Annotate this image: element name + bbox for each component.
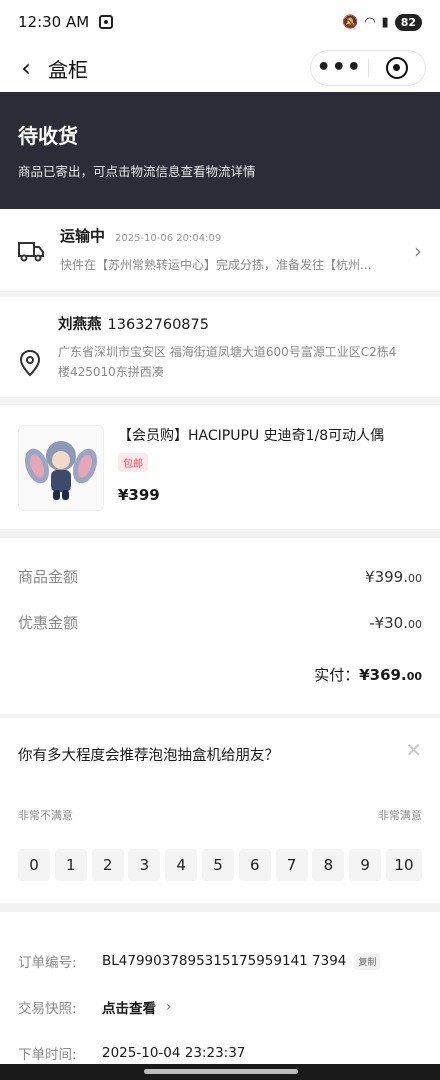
location-pin-icon [19, 349, 41, 377]
order-number-row: 订单编号: BL4799037895315175959141 7394 复制 [18, 938, 422, 984]
score-button[interactable]: 9 [349, 849, 382, 881]
status-icons: 🔕 ◠ ▮ 82 [342, 13, 422, 31]
order-status-title: 待收货 [18, 124, 78, 148]
address-detail: 广东省深圳市宝安区 福海街道凤塘大道600号富源工业区C2栋4楼425010东拼… [58, 345, 397, 379]
snapshot-label: 交易快照: [18, 1001, 77, 1017]
goods-amount-row: 商品金额 ¥399.00 [18, 566, 422, 612]
status-time: 12:30 AM [18, 13, 90, 31]
snapshot-link[interactable]: 点击查看 [102, 997, 156, 1017]
nav-bar: ‹ 盒柜 ••• [0, 44, 440, 92]
order-time-label: 下单时间: [18, 1047, 77, 1063]
order-status-banner: 待收货 商品已寄出，可点击物流信息查看物流详情 [0, 92, 440, 209]
chevron-right-icon: › [166, 999, 172, 1015]
discount-row: 优惠金额 -¥30.00 [18, 612, 422, 658]
score-button[interactable]: 2 [91, 849, 124, 881]
recipient-phone: 13632760875 [107, 317, 209, 333]
scale-low-label: 非常不满意 [18, 809, 73, 822]
product-name: 【会员购】HACIPUPU 史迪奇1/8可动人偶 [118, 428, 385, 444]
logistics-info: 运输中 2025-10-06 20:04:09 快件在【苏州常熟转运中心】完成分… [60, 225, 422, 275]
product-info: 【会员购】HACIPUPU 史迪奇1/8可动人偶 包邮 ¥399 [118, 425, 422, 509]
logistics-time: 2025-10-06 20:04:09 [115, 233, 222, 244]
order-number: BL4799037895315175959141 7394 [102, 953, 347, 969]
scale-high-label: 非常满意 [378, 809, 422, 822]
mute-icon: 🔕 [342, 14, 359, 30]
score-buttons: 0 1 2 3 4 5 6 7 8 9 10 [18, 849, 422, 881]
page-title: 盒柜 [48, 57, 88, 82]
snapshot-row[interactable]: 交易快照: 点击查看 › [18, 984, 422, 1030]
score-button[interactable]: 3 [128, 849, 161, 881]
nps-survey-card: 你有多大程度会推荐泡泡抽盒机给朋友？ ✕ 非常不满意 非常满意 0 1 2 3 … [0, 718, 440, 903]
address-info: 刘燕燕 13632760875 广东省深圳市宝安区 福海街道凤塘大道600号富源工… [58, 313, 422, 381]
screen-record-icon [99, 15, 114, 29]
score-button[interactable]: 4 [165, 849, 198, 881]
order-info-card: 订单编号: BL4799037895315175959141 7394 复制 交… [0, 912, 440, 1064]
paid-total: 实付： ¥369. 00 [314, 666, 422, 684]
survey-scale-labels: 非常不满意 非常满意 [18, 807, 422, 823]
logistics-description: 快件在【苏州常熟转运中心】完成分拣，准备发往【杭州... [60, 258, 372, 272]
product-card[interactable]: 【会员购】HACIPUPU 史迪奇1/8可动人偶 包邮 ¥399 [0, 405, 440, 529]
close-program-button[interactable] [368, 57, 425, 79]
recipient-name: 刘燕燕 [58, 317, 102, 333]
paid-value: ¥369. [359, 666, 407, 684]
order-time: 2025-10-04 23:23:37 [102, 1045, 246, 1061]
score-button[interactable]: 5 [201, 849, 234, 881]
survey-question: 你有多大程度会推荐泡泡抽盒机给朋友？ [18, 748, 279, 764]
recipient: 刘燕燕 13632760875 [58, 313, 422, 334]
amount-card: 商品金额 ¥399.00 优惠金额 -¥30.00 实付： ¥369. 00 [0, 538, 440, 714]
discount-value: -¥30.00 [369, 614, 422, 632]
address-card: 刘燕燕 13632760875 广东省深圳市宝安区 福海街道凤塘大道600号富源工… [0, 297, 440, 397]
battery-indicator: 82 [394, 13, 422, 31]
product-price: ¥399 [118, 486, 160, 504]
paid-label: 实付： [314, 666, 360, 684]
mini-program-capsule: ••• [310, 50, 426, 86]
back-arrow-icon[interactable]: ‹ [14, 54, 38, 82]
more-dots-icon[interactable]: ••• [311, 57, 368, 79]
product-image [18, 425, 104, 511]
status-bar: 12:30 AM 🔕 ◠ ▮ 82 [0, 0, 440, 44]
discount-label: 优惠金额 [18, 614, 79, 632]
goods-amount-label: 商品金额 [18, 568, 79, 586]
wifi-icon: ◠ [364, 14, 376, 30]
goods-amount-value: ¥399.00 [365, 568, 422, 586]
order-number-label: 订单编号: [18, 955, 77, 971]
logistics-card[interactable]: 运输中 2025-10-06 20:04:09 快件在【苏州常熟转运中心】完成分… [0, 209, 440, 291]
target-icon [385, 57, 408, 79]
score-button[interactable]: 7 [275, 849, 308, 881]
score-button[interactable]: 6 [238, 849, 271, 881]
copy-button[interactable]: 复制 [354, 952, 381, 970]
logistics-status: 运输中 [60, 227, 106, 245]
score-button[interactable]: 1 [54, 849, 87, 881]
stitch-figure-image [24, 441, 98, 500]
close-icon[interactable]: ✕ [405, 738, 422, 762]
score-button[interactable]: 10 [385, 849, 422, 881]
truck-icon [18, 242, 44, 262]
order-status-subtitle: 商品已寄出，可点击物流信息查看物流详情 [18, 164, 256, 179]
score-button[interactable]: 0 [18, 849, 50, 881]
home-indicator[interactable] [144, 1069, 298, 1074]
system-nav-bar [0, 1064, 440, 1080]
signal-icon: ▮ [381, 14, 389, 30]
score-button[interactable]: 8 [312, 849, 345, 881]
chevron-right-icon: › [414, 239, 422, 263]
free-shipping-tag: 包邮 [118, 453, 148, 472]
